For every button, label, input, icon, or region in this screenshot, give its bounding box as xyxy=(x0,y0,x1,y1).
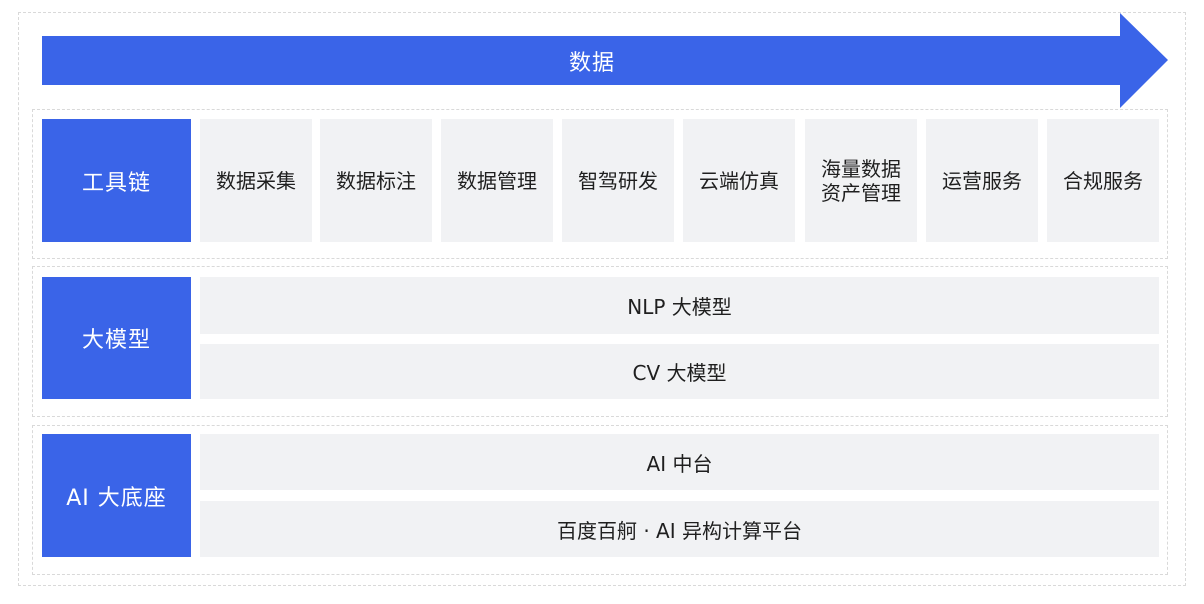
ai-middle-platform-box: AI 中台 xyxy=(200,434,1159,490)
data-flow-label: 数据 xyxy=(568,51,615,76)
tool-operation-service: 运营服务 xyxy=(926,119,1038,242)
tool-data-management: 数据管理 xyxy=(441,119,553,242)
ai-heterogeneous-computing-box: 百度百舸 · AI 异构计算平台 xyxy=(200,501,1159,557)
toolchain-label: 工具链 xyxy=(42,119,191,242)
cv-model-box: CV 大模型 xyxy=(200,344,1159,399)
nlp-model-box: NLP 大模型 xyxy=(200,277,1159,334)
large-model-label: 大模型 xyxy=(42,277,191,399)
tool-data-annotation: 数据标注 xyxy=(320,119,432,242)
ai-base-label: AI 大底座 xyxy=(42,434,191,557)
tool-autonomous-driving-rd: 智驾研发 xyxy=(562,119,674,242)
tool-compliance-service: 合规服务 xyxy=(1047,119,1159,242)
tool-data-collection: 数据采集 xyxy=(200,119,312,242)
tool-cloud-simulation: 云端仿真 xyxy=(683,119,795,242)
tool-mass-data-asset-management: 海量数据 资产管理 xyxy=(805,119,917,242)
